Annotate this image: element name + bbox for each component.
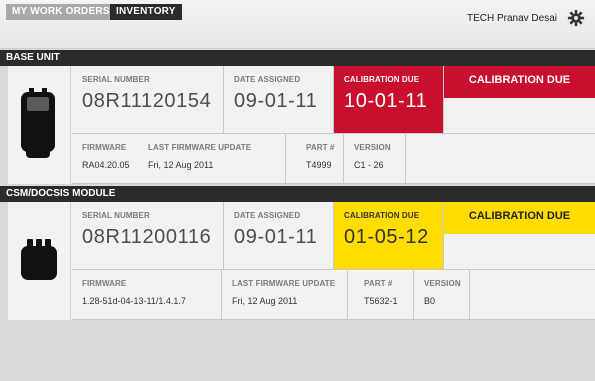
last-firmware-update-cell: LAST FIRMWARE UPDATE Fri, 12 Aug 2011 bbox=[222, 270, 348, 320]
last-firmware-update-label: LAST FIRMWARE UPDATE bbox=[148, 143, 252, 152]
section-title-csm-docsis-module: CSM/DOCSIS MODULE bbox=[0, 186, 595, 202]
calibration-status-badge: CALIBRATION DUE bbox=[444, 202, 595, 234]
version-label: VERSION bbox=[354, 143, 391, 152]
device-image-csm-module bbox=[8, 202, 71, 320]
date-assigned-label: DATE ASSIGNED bbox=[234, 211, 301, 220]
version-value: B0 bbox=[424, 296, 436, 306]
part-number-cell: PART # T5632-1 bbox=[348, 270, 414, 320]
top-bar: MY WORK ORDERS INVENTORY TECH Pranav Des… bbox=[0, 0, 595, 49]
version-label: VERSION bbox=[424, 279, 461, 288]
date-assigned-value: 09-01-11 bbox=[234, 90, 318, 112]
csm-docsis-panel: SERIAL NUMBER 08R11200116 DATE ASSIGNED … bbox=[8, 202, 595, 320]
calibration-due-cell: CALIBRATION DUE 10-01-11 bbox=[334, 66, 444, 134]
last-firmware-update-cell: LAST FIRMWARE UPDATE Fri, 12 Aug 2011 bbox=[148, 134, 286, 184]
calibration-due-cell: CALIBRATION DUE 01-05-12 bbox=[334, 202, 444, 270]
version-cell: VERSION C1 - 26 bbox=[344, 134, 406, 184]
serial-number-cell: SERIAL NUMBER 08R11200116 bbox=[72, 202, 224, 270]
row-empty-cell bbox=[470, 270, 595, 320]
part-number-value: T5632-1 bbox=[364, 296, 398, 306]
calibration-due-label: CALIBRATION DUE bbox=[344, 75, 420, 84]
part-number-value: T4999 bbox=[306, 160, 332, 170]
part-number-label: PART # bbox=[306, 143, 335, 152]
date-assigned-cell: DATE ASSIGNED 09-01-11 bbox=[224, 202, 334, 270]
serial-number-cell: SERIAL NUMBER 08R11120154 bbox=[72, 66, 224, 134]
serial-number-value: 08R11120154 bbox=[82, 90, 212, 112]
last-firmware-update-value: Fri, 12 Aug 2011 bbox=[148, 160, 214, 170]
calibration-due-date: 10-01-11 bbox=[344, 90, 428, 112]
device-image-base-unit bbox=[8, 66, 71, 184]
firmware-label: FIRMWARE bbox=[82, 279, 127, 288]
date-assigned-value: 09-01-11 bbox=[234, 226, 318, 248]
calibration-status-badge: CALIBRATION DUE bbox=[444, 66, 595, 98]
date-assigned-cell: DATE ASSIGNED 09-01-11 bbox=[224, 66, 334, 134]
firmware-value: RA04.20.05 bbox=[82, 160, 130, 170]
part-number-cell: PART # T4999 bbox=[286, 134, 344, 184]
last-firmware-update-label: LAST FIRMWARE UPDATE bbox=[232, 279, 336, 288]
status-empty-cell bbox=[444, 98, 595, 134]
tab-inventory[interactable]: INVENTORY bbox=[110, 4, 182, 20]
section-title-base-unit: BASE UNIT bbox=[0, 50, 595, 66]
firmware-value: 1.28-51d-04-13-11/1.4.1.7 bbox=[82, 296, 186, 306]
serial-number-label: SERIAL NUMBER bbox=[82, 75, 150, 84]
calibration-due-date: 01-05-12 bbox=[344, 226, 429, 248]
firmware-label: FIRMWARE bbox=[82, 143, 127, 152]
status-empty-cell bbox=[444, 234, 595, 270]
serial-number-value: 08R11200116 bbox=[82, 226, 212, 248]
version-cell: VERSION B0 bbox=[414, 270, 470, 320]
tab-my-work-orders[interactable]: MY WORK ORDERS bbox=[6, 4, 116, 20]
tech-user-label: TECH Pranav Desai bbox=[466, 13, 557, 24]
handheld-meter-icon bbox=[21, 88, 55, 158]
empty-footer-area bbox=[0, 322, 595, 381]
serial-number-label: SERIAL NUMBER bbox=[82, 211, 150, 220]
docsis-module-icon bbox=[21, 239, 57, 280]
last-firmware-update-value: Fri, 12 Aug 2011 bbox=[232, 296, 298, 306]
firmware-cell: FIRMWARE 1.28-51d-04-13-11/1.4.1.7 bbox=[72, 270, 222, 320]
base-unit-panel: SERIAL NUMBER 08R11120154 DATE ASSIGNED … bbox=[8, 66, 595, 184]
calibration-due-label: CALIBRATION DUE bbox=[344, 211, 420, 220]
gear-icon[interactable] bbox=[567, 9, 585, 27]
row-empty-cell bbox=[406, 134, 595, 184]
date-assigned-label: DATE ASSIGNED bbox=[234, 75, 301, 84]
part-number-label: PART # bbox=[364, 279, 393, 288]
version-value: C1 - 26 bbox=[354, 160, 384, 170]
